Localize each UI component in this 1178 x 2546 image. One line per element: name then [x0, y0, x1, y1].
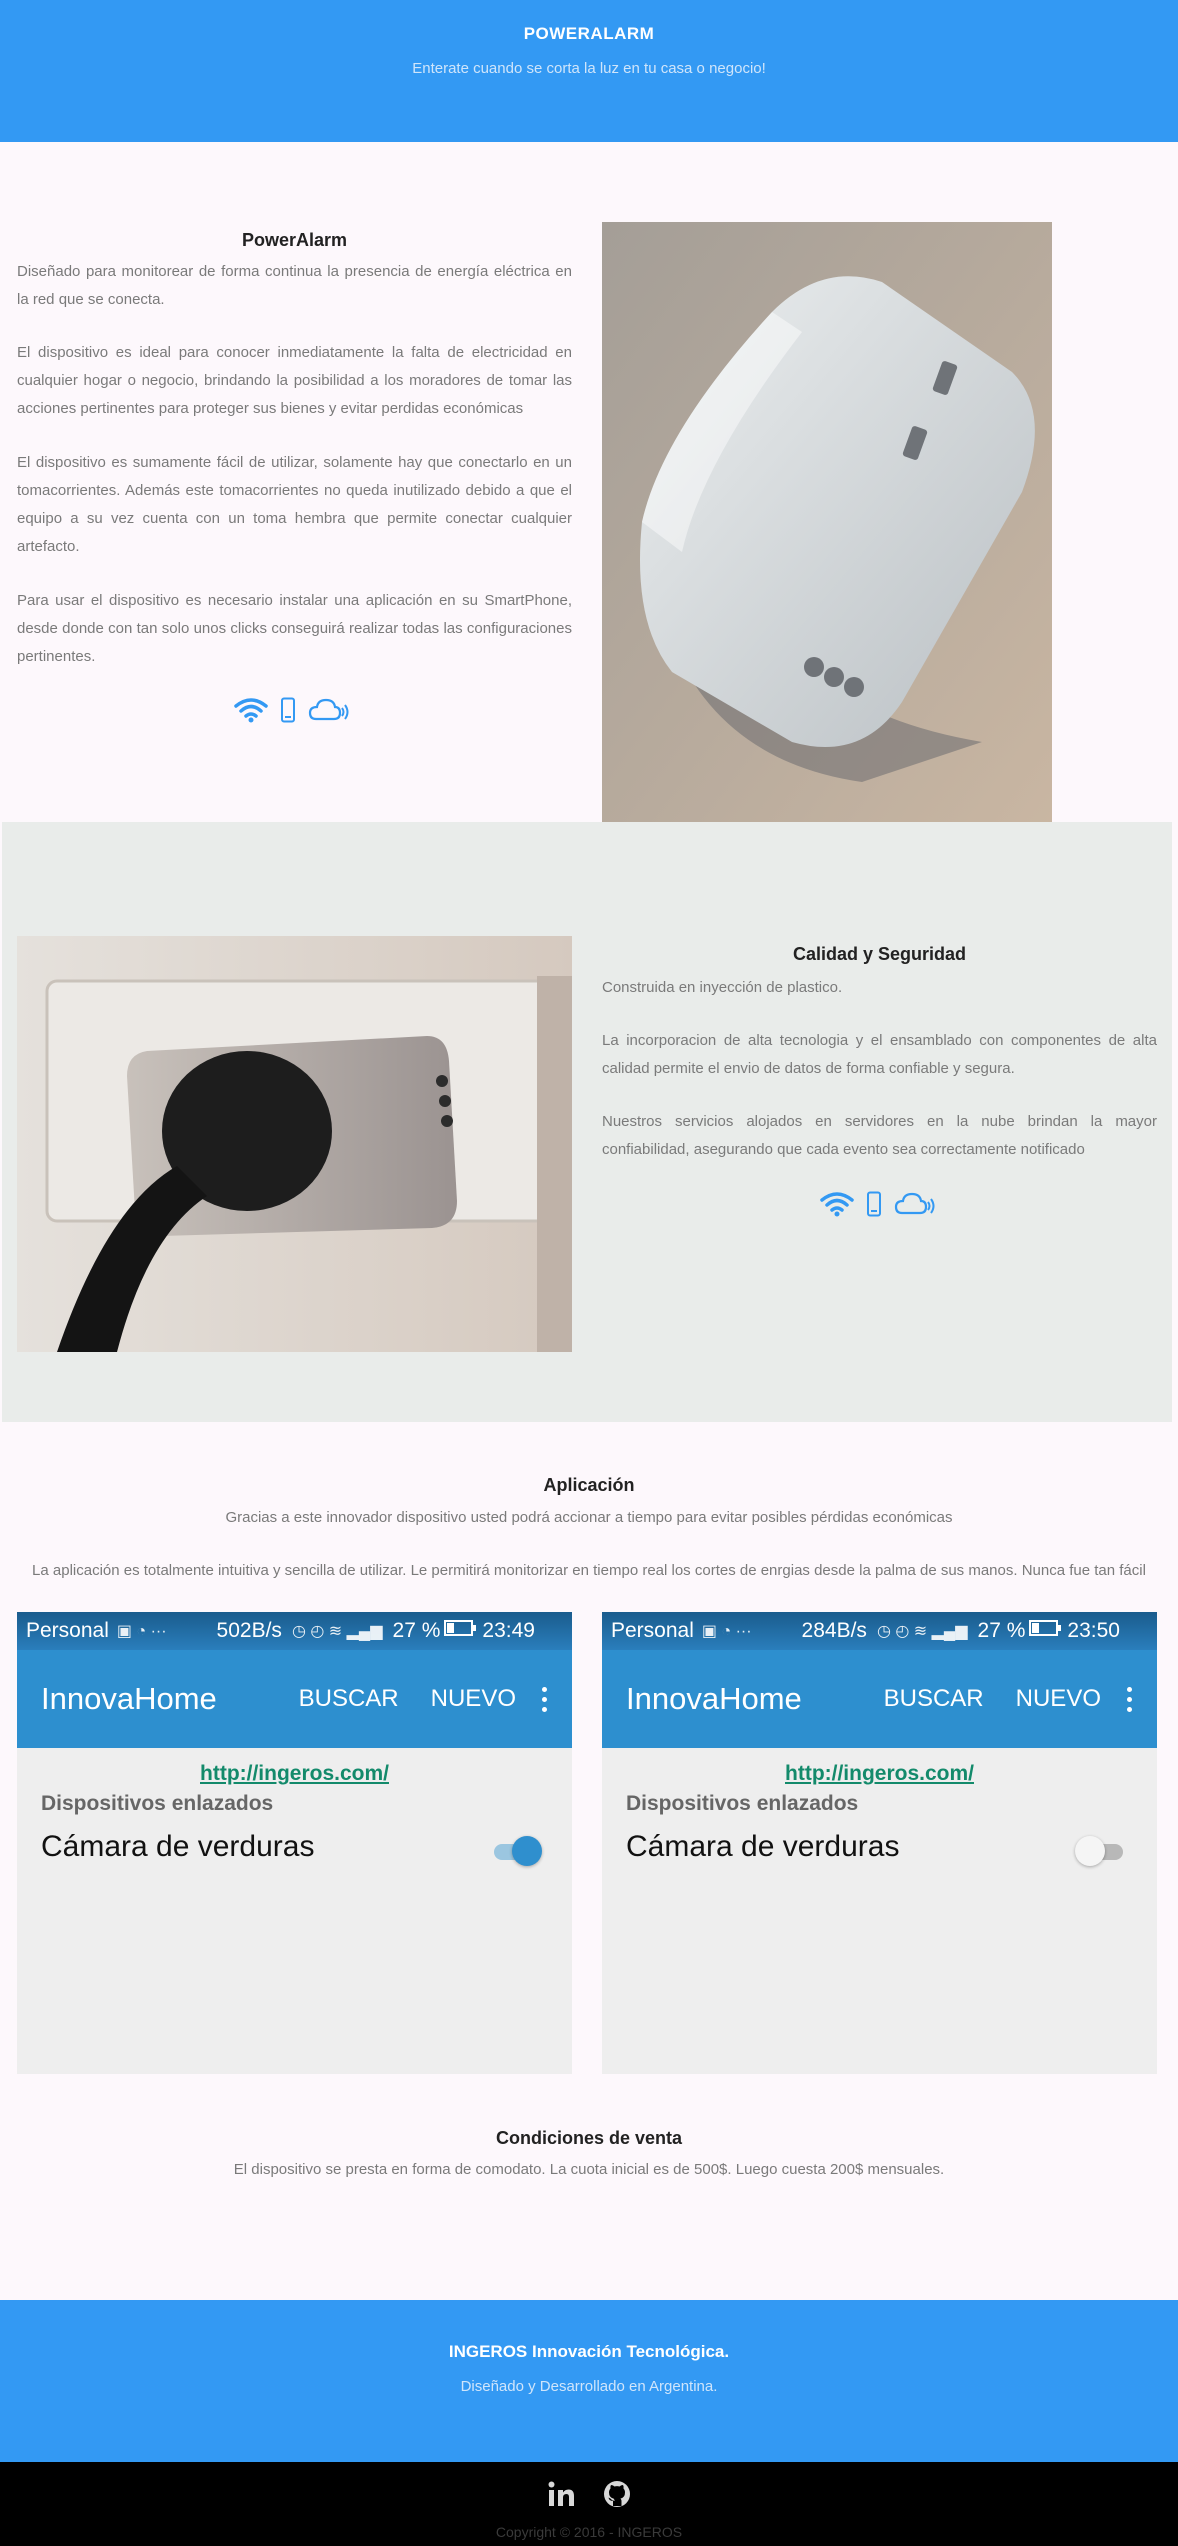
device-photo: [602, 222, 1052, 822]
section-quality-paragraph: Construida en inyección de plastico.: [602, 979, 843, 996]
section-poweralarm-title: PowerAlarm: [241, 230, 348, 250]
new-button[interactable]: NUEVO: [1016, 1685, 1101, 1713]
new-button[interactable]: NUEVO: [431, 1685, 516, 1713]
status-operator: Personal: [611, 1619, 694, 1642]
site-footer: INGEROS Innovación Tecnológica. Diseñado…: [0, 2300, 1178, 2462]
cloud-icon: [894, 1192, 935, 1215]
status-operator: Personal: [26, 1619, 109, 1642]
more-options-icon[interactable]: [542, 1686, 548, 1712]
cloud-icon: [308, 698, 349, 721]
section-conditions-text: El dispositivo se presta en forma de com…: [233, 2161, 945, 2178]
status-speed: 502B/s: [216, 1619, 282, 1642]
section-quality-paragraph: Nuestros servicios alojados en servidore…: [602, 1113, 1157, 1158]
brand-title[interactable]: POWERALARM: [0, 24, 1178, 44]
app-screenshot-off: Personal ▣ ◔ ··· 284B/s ◷ ◴ ≋ ▂▄▆ 27 % 2…: [602, 1612, 1157, 2074]
phone-icon: [281, 697, 295, 723]
device-toggle[interactable]: [490, 1836, 542, 1866]
site-header: POWERALARM Enterate cuando se corta la l…: [0, 0, 1178, 142]
status-battery: 27 %: [977, 1619, 1026, 1642]
section-app-title: Aplicación: [543, 1475, 635, 1495]
app-title: InnovaHome: [41, 1681, 217, 1716]
signal-icons: ◷ ◴ ≋ ▂▄▆: [291, 1623, 383, 1640]
section-poweralarm-paragraph: Diseñado para monitorear de forma contin…: [17, 263, 572, 308]
notification-icons: ▣ ◔ ···: [116, 1623, 167, 1640]
search-button[interactable]: BUSCAR: [299, 1685, 399, 1713]
website-link[interactable]: http://ingeros.com/: [602, 1762, 1157, 1786]
app-title: InnovaHome: [626, 1681, 802, 1716]
footer-subtitle: Diseñado y Desarrollado en Argentina.: [460, 2378, 718, 2395]
signal-icons: ◷ ◴ ≋ ▂▄▆: [876, 1623, 968, 1640]
website-link[interactable]: http://ingeros.com/: [17, 1762, 572, 1786]
social-links: [0, 2480, 1178, 2508]
wifi-icon: [820, 1192, 854, 1217]
status-speed: 284B/s: [801, 1619, 867, 1642]
bottom-bar: Copyright © 2016 - INGEROS: [0, 2462, 1178, 2546]
feature-icons: [234, 697, 350, 723]
tagline: Enterate cuando se corta la luz en tu ca…: [412, 60, 766, 77]
status-time: 23:50: [1067, 1619, 1120, 1642]
battery-icon: [1029, 1619, 1062, 1643]
section-poweralarm-paragraph: Para usar el dispositivo es necesario in…: [17, 592, 572, 665]
app-screenshot-on: Personal ▣ ◔ ··· 502B/s ◷ ◴ ≋ ▂▄▆ 27 % 2…: [17, 1612, 572, 2074]
notification-icons: ▣ ◔ ···: [701, 1623, 752, 1640]
linkedin-icon[interactable]: [547, 2480, 575, 2508]
app-bar: InnovaHome BUSCAR NUEVO: [602, 1650, 1157, 1748]
device-toggle[interactable]: [1075, 1836, 1127, 1866]
footer-title: INGEROS Innovación Tecnológica.: [448, 2342, 730, 2361]
status-time: 23:49: [482, 1619, 535, 1642]
search-button[interactable]: BUSCAR: [884, 1685, 984, 1713]
battery-icon: [444, 1619, 477, 1643]
device-name: Cámara de verduras: [626, 1830, 900, 1863]
more-options-icon[interactable]: [1127, 1686, 1133, 1712]
app-bar: InnovaHome BUSCAR NUEVO: [17, 1650, 572, 1748]
wifi-icon: [234, 698, 268, 723]
github-icon[interactable]: [603, 2480, 631, 2508]
feature-icons: [820, 1191, 936, 1217]
section-conditions-title: Condiciones de venta: [495, 2128, 683, 2148]
device-name: Cámara de verduras: [41, 1830, 315, 1863]
section-app-text: Gracias a este innovador dispositivo ust…: [225, 1509, 953, 1526]
section-poweralarm-paragraph: El dispositivo es ideal para conocer inm…: [17, 344, 572, 417]
linked-devices-label: Dispositivos enlazados: [626, 1792, 859, 1815]
status-bar: Personal ▣ ◔ ··· 284B/s ◷ ◴ ≋ ▂▄▆ 27 % 2…: [602, 1612, 1157, 1650]
status-battery: 27 %: [392, 1619, 441, 1642]
section-quality-paragraph: La incorporacion de alta tecnologia y el…: [602, 1032, 1157, 1077]
copyright: Copyright © 2016 - INGEROS: [495, 2524, 683, 2540]
linked-devices-label: Dispositivos enlazados: [41, 1792, 274, 1815]
device-plugged-photo: [17, 936, 572, 1352]
section-app-text: La aplicación es totalmente intuitiva y …: [32, 1562, 1146, 1579]
section-poweralarm-paragraph: El dispositivo es sumamente fácil de uti…: [17, 454, 572, 555]
section-quality-title: Calidad y Seguridad: [792, 944, 967, 964]
status-bar: Personal ▣ ◔ ··· 502B/s ◷ ◴ ≋ ▂▄▆ 27 % 2…: [17, 1612, 572, 1650]
phone-icon: [867, 1191, 881, 1217]
